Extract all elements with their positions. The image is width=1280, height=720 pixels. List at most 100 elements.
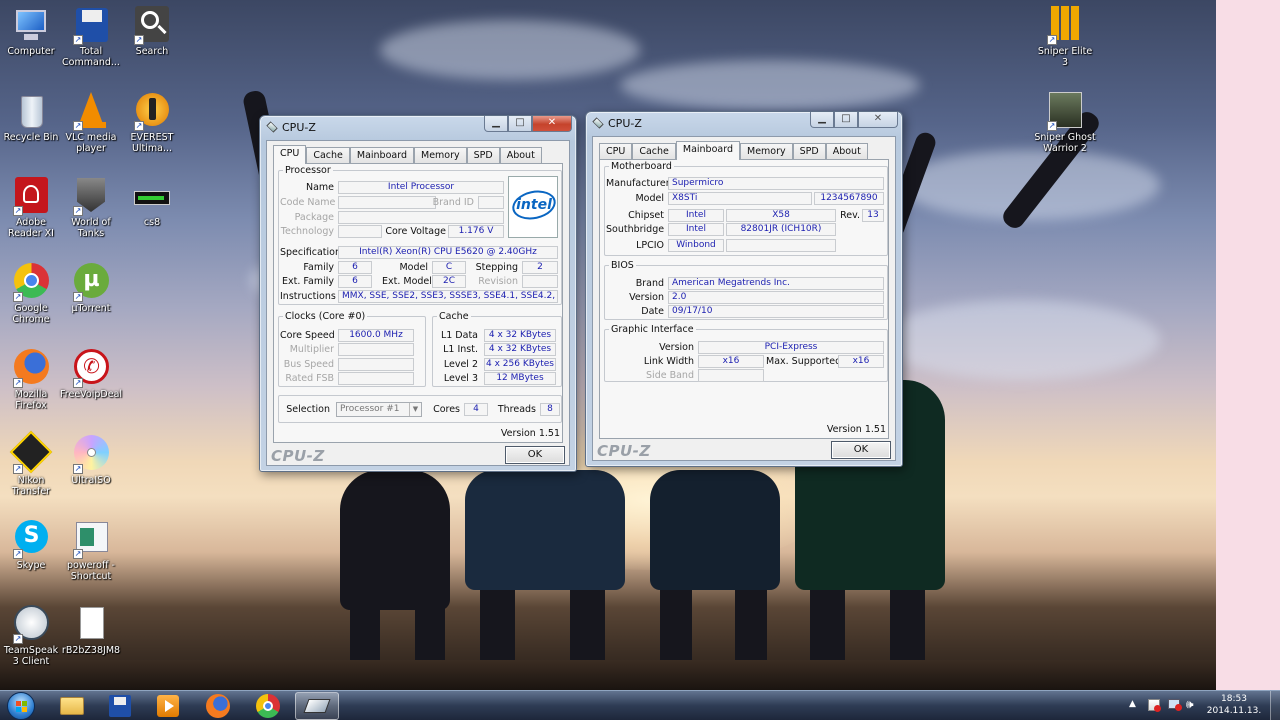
- desktop-icon-teamspeak[interactable]: ↗ TeamSpeak 3 Client: [0, 605, 62, 667]
- level2-label: Level 2: [443, 359, 478, 370]
- desktop-icon-search[interactable]: ↗ Search: [121, 6, 183, 57]
- sniper-ghost-warrior-2-icon: ↗: [1046, 92, 1084, 131]
- teamspeak-icon: ↗: [12, 605, 50, 644]
- show-desktop-button[interactable]: [1270, 691, 1280, 720]
- tab-memory[interactable]: Memory: [414, 147, 467, 164]
- volume-speaker-icon[interactable]: 🕪: [1186, 697, 1194, 712]
- desktop-icon-total-commander[interactable]: ↗ Total Command...: [60, 6, 122, 68]
- desktop-icon-adobe-reader[interactable]: ↗ Adobe Reader XI: [0, 177, 62, 239]
- ok-button[interactable]: OK: [831, 441, 891, 459]
- desktop-icon-computer[interactable]: Computer: [0, 6, 62, 57]
- desktop-icon-utorrent[interactable]: µ ↗ µTorrent: [60, 263, 122, 314]
- l1data-value: 4 x 32 KBytes: [484, 329, 556, 342]
- desktop-icon-firefox[interactable]: ↗ Mozilla Firefox: [0, 349, 62, 411]
- tab-panel-mainboard: Motherboard Manufacturer Supermicro Mode…: [599, 159, 889, 439]
- title-bar[interactable]: CPU-Z ▁ □ ✕: [586, 112, 902, 136]
- desktop-icon-skype[interactable]: S ↗ Skype: [0, 520, 62, 571]
- cpuz-window-mainboard[interactable]: CPU-Z ▁ □ ✕ CPU Cache Mainboard Memory S…: [585, 111, 903, 467]
- technology-value: [338, 225, 382, 238]
- minimize-button[interactable]: ▁: [484, 116, 508, 132]
- cpuz-window-cpu[interactable]: CPU-Z ▁ □ ✕ CPU Cache Mainboard Memory S…: [259, 115, 577, 472]
- window-title: CPU-Z: [282, 121, 316, 134]
- stepping-value: 2: [522, 261, 558, 274]
- chipset-value: X58: [726, 209, 836, 222]
- desktop-icon-cs8[interactable]: cs8: [121, 177, 183, 228]
- busspeed-label: Bus Speed: [283, 359, 334, 370]
- close-button[interactable]: ✕: [858, 112, 898, 128]
- minimize-button[interactable]: ▁: [810, 112, 834, 128]
- action-center-flag-icon[interactable]: [1148, 699, 1161, 712]
- tab-memory[interactable]: Memory: [740, 143, 793, 160]
- desktop-icon-poweroff-shortcut[interactable]: ↗ poweroff - Shortcut: [60, 520, 122, 582]
- tab-spd[interactable]: SPD: [792, 143, 826, 160]
- chrome-icon: ↗: [12, 263, 50, 302]
- desktop-icon-ultraiso[interactable]: ↗ UltraISO: [60, 435, 122, 486]
- desktop-icon-google-chrome[interactable]: ↗ Google Chrome: [0, 263, 62, 325]
- corevoltage-value: 1.176 V: [448, 225, 504, 238]
- instructions-label: Instructions: [280, 291, 336, 302]
- tab-about[interactable]: About: [825, 143, 868, 160]
- extmodel-label: Ext. Model: [382, 276, 432, 287]
- network-icon[interactable]: [1168, 699, 1182, 711]
- family-label: Family: [303, 262, 334, 273]
- version-label: Version 1.51: [826, 424, 886, 435]
- windows-orb-icon: [7, 692, 35, 720]
- tab-cache[interactable]: Cache: [306, 147, 350, 164]
- desktop-icon-everest[interactable]: ↗ EVEREST Ultima...: [121, 92, 183, 154]
- tab-about[interactable]: About: [499, 147, 542, 164]
- taskbar-media-player[interactable]: [146, 692, 190, 720]
- window-client-area: CPU Cache Mainboard Memory SPD About Mot…: [592, 136, 896, 461]
- name-label: Name: [305, 182, 334, 193]
- desktop-icon-sniper-ghost-warrior-2[interactable]: ↗ Sniper Ghost Warrior 2: [1034, 92, 1096, 154]
- multiplier-value: [338, 343, 414, 356]
- start-button[interactable]: [0, 692, 42, 720]
- magnifier-icon: ↗: [133, 6, 171, 45]
- maximize-button[interactable]: □: [834, 112, 858, 128]
- tab-cpu[interactable]: CPU: [273, 145, 307, 164]
- desktop-icon-freevoipdeal[interactable]: ✆ ↗ FreeVoipDeal: [60, 349, 122, 400]
- screen-border-strip: [1216, 0, 1280, 690]
- family-value: 6: [338, 261, 372, 274]
- selection-label: Selection: [286, 404, 330, 415]
- specification-label: Specification: [280, 247, 341, 258]
- taskbar: ▲ 🕪 18:53 2014.11.13.: [0, 690, 1280, 720]
- l1inst-label: L1 Inst.: [443, 344, 478, 355]
- tab-cache[interactable]: Cache: [632, 143, 676, 160]
- tab-mainboard[interactable]: Mainboard: [675, 141, 740, 160]
- southbridge-vendor-value: Intel: [668, 223, 724, 236]
- taskbar-chrome[interactable]: [246, 692, 290, 720]
- corespeed-label: Core Speed: [280, 330, 335, 341]
- system-clock[interactable]: 18:53 2014.11.13.: [1204, 693, 1264, 717]
- close-button[interactable]: ✕: [532, 116, 572, 132]
- lpcio-value: Winbond: [668, 239, 724, 252]
- show-hidden-icons-arrow[interactable]: ▲: [1129, 699, 1136, 709]
- chipset-label: Chipset: [628, 210, 664, 221]
- desktop-icon-rb2bz38jm8[interactable]: rB2bZ38JM8: [60, 605, 122, 656]
- ok-button[interactable]: OK: [505, 446, 565, 464]
- desktop-icon-sniper-elite-3[interactable]: ↗ Sniper Elite 3: [1034, 6, 1096, 68]
- sideband-value: [698, 369, 764, 382]
- tab-cpu[interactable]: CPU: [599, 143, 633, 160]
- bios-version-value: 2.0: [668, 291, 884, 304]
- chrome-icon: [256, 694, 280, 718]
- name-value: Intel Processor: [338, 181, 504, 194]
- cd-disc-icon: ↗: [72, 435, 110, 474]
- tab-spd[interactable]: SPD: [466, 147, 500, 164]
- desktop-icon-nikon-transfer[interactable]: ↗ Nikon Transfer: [0, 430, 62, 497]
- desktop-icon-world-of-tanks[interactable]: ↗ World of Tanks: [60, 177, 122, 239]
- southbridge-label: Southbridge: [606, 224, 665, 235]
- processor-select[interactable]: Processor #1 ▼: [336, 402, 422, 417]
- cs8-icon: [133, 177, 171, 215]
- desktop-icon-vlc[interactable]: ↗ VLC media player: [60, 92, 122, 154]
- multiplier-label: Multiplier: [289, 344, 334, 355]
- maximize-button[interactable]: □: [508, 116, 532, 132]
- taskbar-cpuz[interactable]: [295, 692, 339, 720]
- title-bar[interactable]: CPU-Z ▁ □ ✕: [260, 116, 576, 140]
- tab-mainboard[interactable]: Mainboard: [349, 147, 414, 164]
- nikon-transfer-icon: ↗: [9, 430, 53, 474]
- taskbar-firefox[interactable]: [196, 692, 240, 720]
- taskbar-total-commander[interactable]: [98, 692, 142, 720]
- taskbar-explorer[interactable]: [50, 692, 94, 720]
- corespeed-value: 1600.0 MHz: [338, 329, 414, 342]
- desktop-icon-recycle-bin[interactable]: Recycle Bin: [0, 92, 62, 143]
